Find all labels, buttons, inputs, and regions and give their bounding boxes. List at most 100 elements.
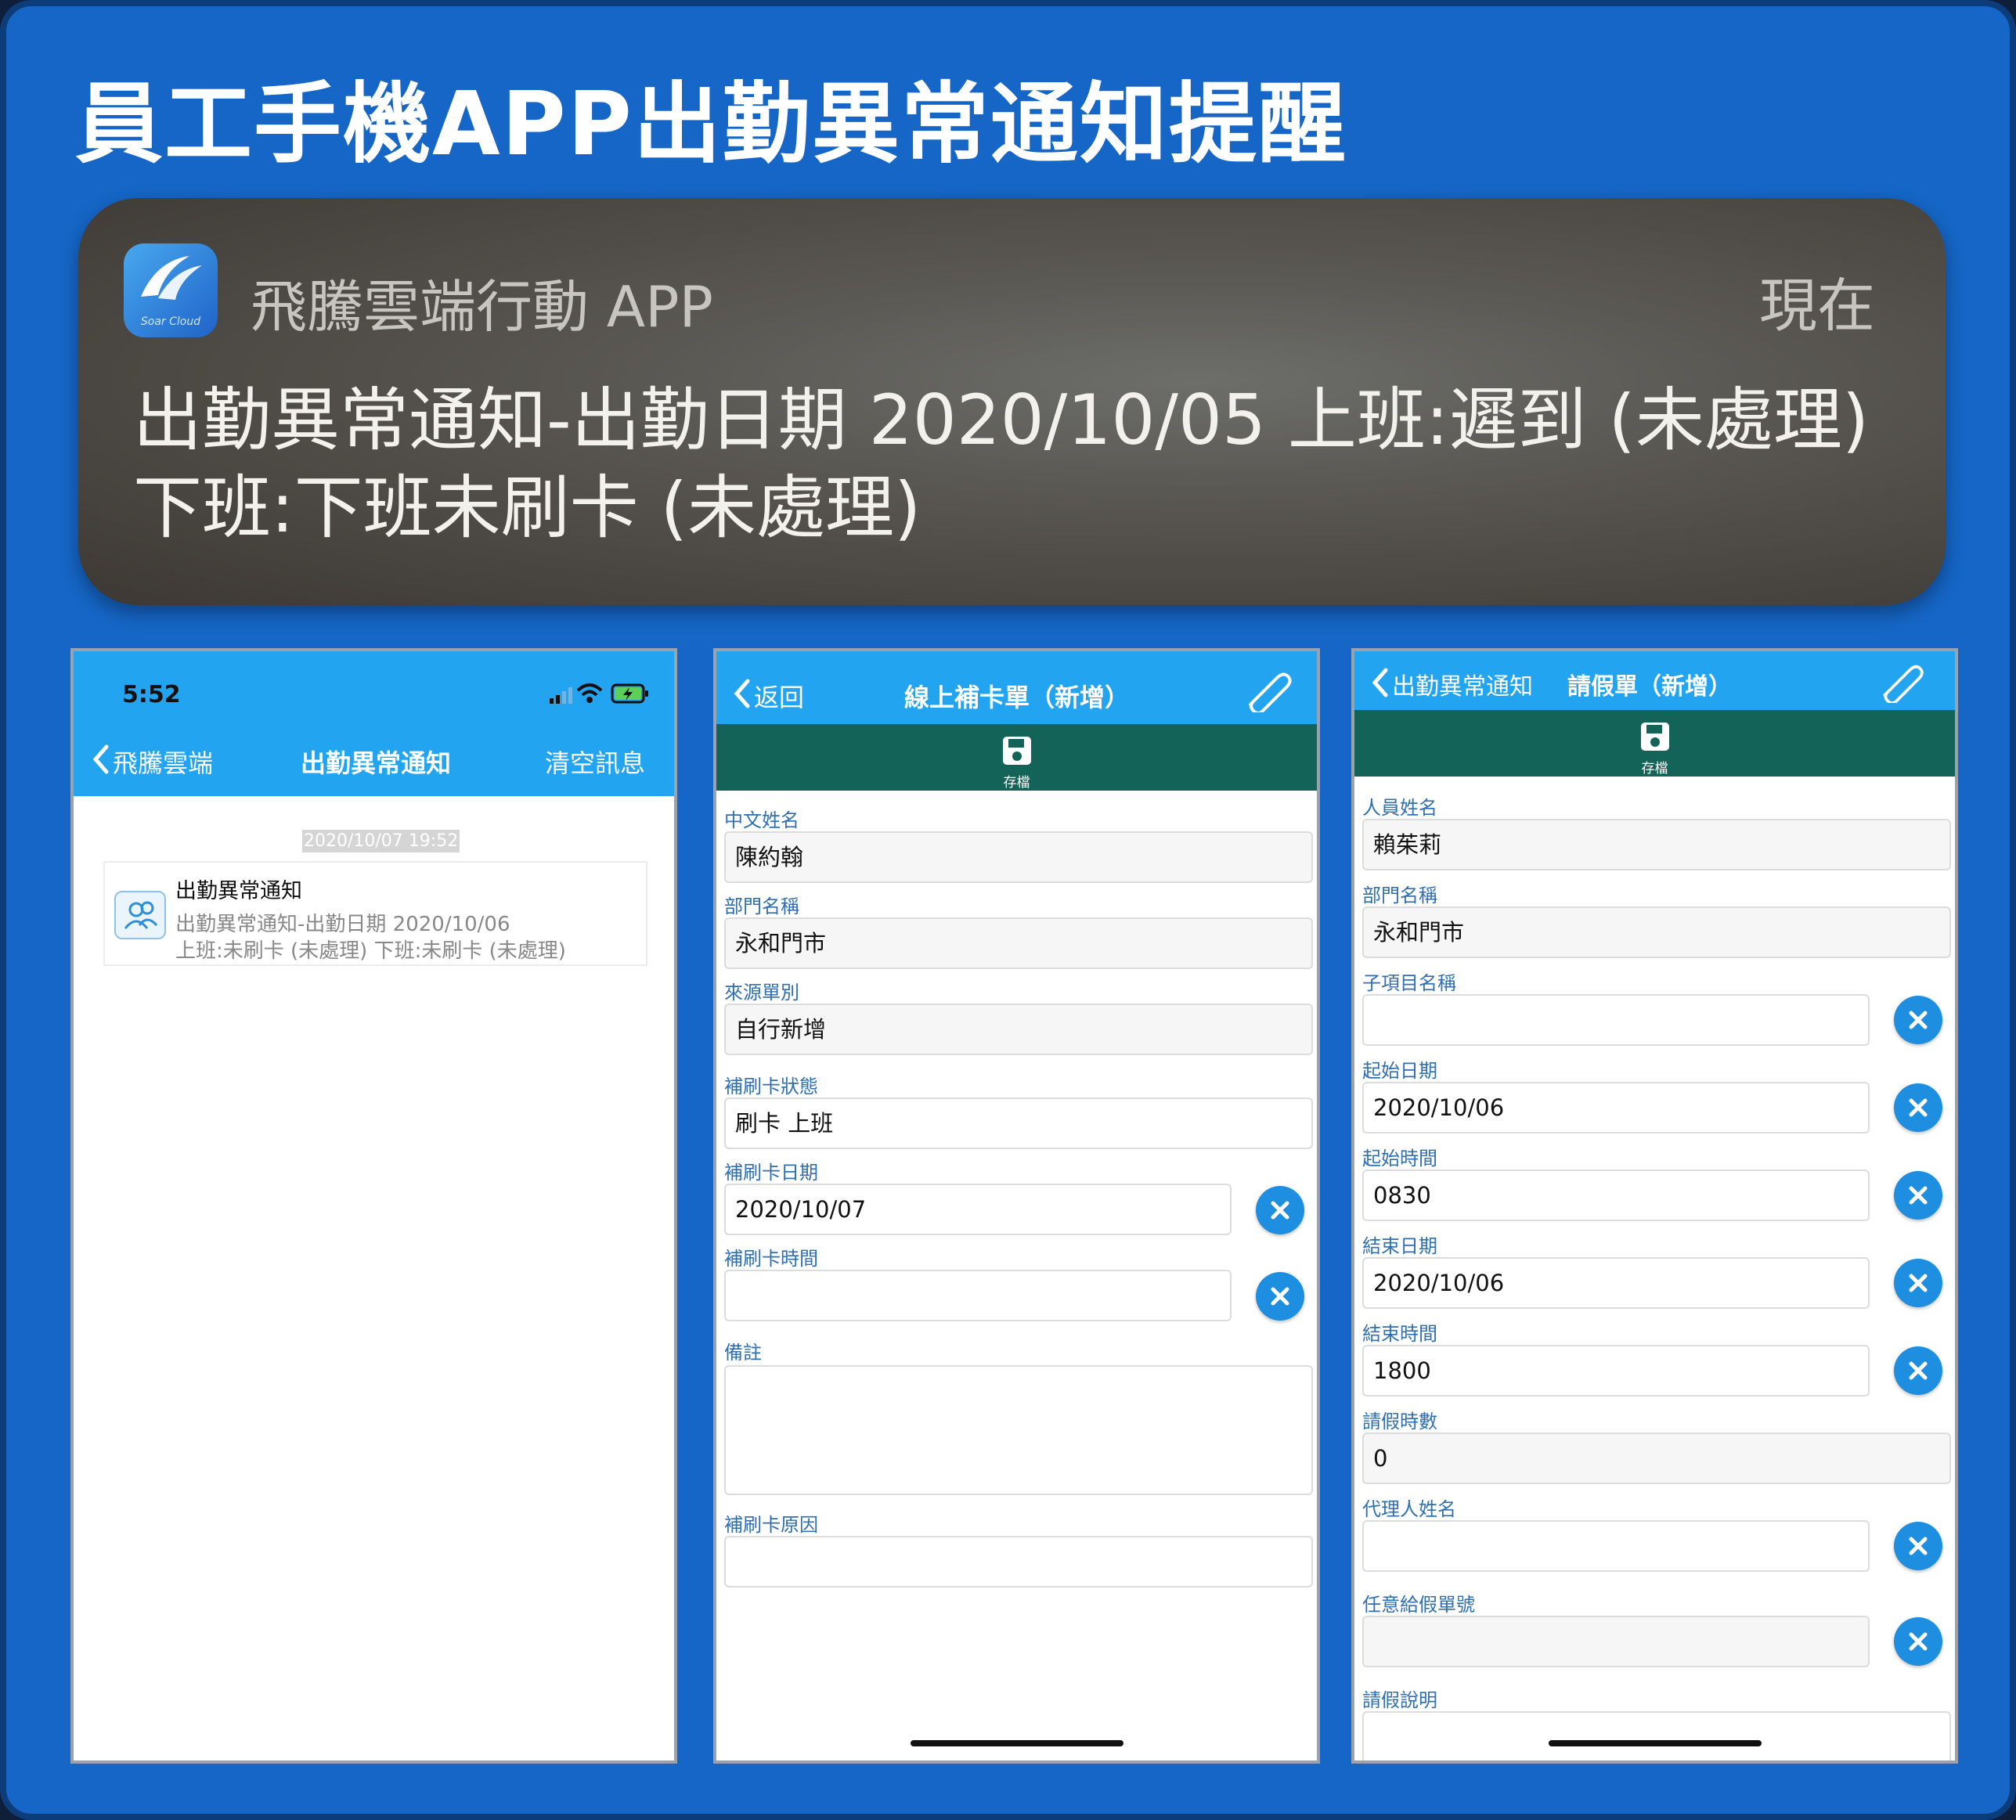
clear-x-icon — [1909, 1274, 1928, 1292]
leave-hours-field[interactable]: 0 — [1362, 1433, 1951, 1484]
floppy-disk-icon[interactable] — [1638, 719, 1672, 754]
leave-hours-label: 請假時數 — [1362, 1411, 1437, 1433]
home-indicator[interactable] — [911, 1740, 1123, 1746]
phone-leave-request-form: 出勤異常通知 請假單（新增） 存檔 人員姓名 賴茱莉 部門名稱 永和門市 子項目… — [1351, 648, 1958, 1764]
home-indicator[interactable] — [1549, 1740, 1762, 1746]
clear-messages-button[interactable]: 清空訊息 — [545, 744, 645, 780]
clear-x-icon — [1909, 1011, 1928, 1029]
header-bar: 5:52 飛騰雲端 出勤異常通知 清空訊息 — [74, 651, 674, 796]
leave-number-field[interactable] — [1362, 1616, 1870, 1667]
leave-description-field[interactable] — [1362, 1711, 1951, 1761]
clear-start-time-button[interactable] — [1894, 1171, 1942, 1220]
paperclip-icon[interactable] — [1877, 659, 1926, 703]
poster-frame: 員工手機APP出勤異常通知提醒 Soar Cloud 飛騰雲端行動 APP 現在… — [0, 0, 2016, 1820]
punch-time-field[interactable] — [724, 1270, 1232, 1321]
notification-body-line1: 出勤異常通知-出勤日期 2020/10/05 上班:遲到 (未處理) — [133, 380, 1870, 460]
message-preview-line2: 上班:未刷卡 (未處理) 下班:未刷卡 (未處理) — [175, 939, 566, 963]
leave-number-label: 任意給假單號 — [1362, 1594, 1475, 1616]
phone-message-list: 5:52 飛騰雲端 出勤異常通知 清空訊息 2020/10/07 19:52 出… — [70, 648, 677, 1764]
name-field[interactable]: 陳約翰 — [724, 831, 1313, 883]
chevron-left-icon[interactable] — [91, 744, 110, 775]
screen-title: 線上補卡單（新增） — [904, 683, 1131, 712]
app-icon-caption: Soar Cloud — [140, 315, 201, 328]
back-button[interactable]: 返回 — [754, 678, 804, 714]
clear-leave-number-button[interactable] — [1894, 1617, 1942, 1666]
dept-label: 部門名稱 — [1362, 885, 1437, 906]
header-bar: 返回 線上補卡單（新增） — [716, 651, 1317, 724]
end-time-label: 結束時間 — [1362, 1323, 1437, 1345]
dept-field[interactable]: 永和門市 — [1362, 906, 1951, 958]
cellular-signal-icon — [550, 687, 572, 704]
wifi-icon — [576, 683, 603, 703]
clear-x-icon — [1909, 1098, 1928, 1117]
start-time-field[interactable]: 0830 — [1362, 1169, 1870, 1221]
clear-agent-name-button[interactable] — [1894, 1522, 1942, 1570]
start-date-label: 起始日期 — [1362, 1060, 1437, 1082]
note-label: 備註 — [724, 1342, 762, 1364]
punch-date-field[interactable]: 2020/10/07 — [724, 1184, 1232, 1235]
notification-body-line2: 下班:下班未刷卡 (未處理) — [133, 467, 921, 548]
punch-status-label: 補刷卡狀態 — [724, 1076, 818, 1097]
back-button[interactable]: 出勤異常通知 — [1392, 667, 1533, 701]
start-date-field[interactable]: 2020/10/06 — [1362, 1082, 1870, 1133]
clear-x-icon — [1909, 1537, 1928, 1555]
clear-x-icon — [1271, 1201, 1289, 1220]
end-date-field[interactable]: 2020/10/06 — [1362, 1257, 1870, 1309]
header-bar: 出勤異常通知 請假單（新增） — [1354, 651, 1955, 710]
save-button[interactable]: 存檔 — [1354, 757, 1955, 777]
message-preview-line1: 出勤異常通知-出勤日期 2020/10/06 — [175, 913, 510, 936]
people-calendar-icon — [114, 891, 166, 939]
list-item[interactable]: 出勤異常通知 出勤異常通知-出勤日期 2020/10/06 上班:未刷卡 (未處… — [103, 861, 647, 966]
clear-start-date-button[interactable] — [1894, 1083, 1942, 1132]
save-button[interactable]: 存檔 — [716, 771, 1317, 791]
employee-name-label: 人員姓名 — [1362, 797, 1437, 819]
punch-reason-label: 補刷卡原因 — [724, 1514, 818, 1536]
chevron-left-icon[interactable] — [732, 678, 751, 709]
clear-x-icon — [1909, 1186, 1928, 1205]
end-date-label: 結束日期 — [1362, 1235, 1437, 1257]
paperclip-icon[interactable] — [1242, 667, 1294, 712]
clear-punch-date-button[interactable] — [1256, 1186, 1304, 1234]
dept-field[interactable]: 永和門市 — [724, 917, 1313, 969]
leave-description-label: 請假說明 — [1362, 1689, 1437, 1711]
push-notification[interactable]: Soar Cloud 飛騰雲端行動 APP 現在 出勤異常通知-出勤日期 202… — [78, 198, 1946, 605]
employee-name-field[interactable]: 賴茱莉 — [1362, 819, 1951, 870]
start-time-label: 起始時間 — [1362, 1148, 1437, 1169]
toolbar: 存檔 — [716, 724, 1317, 791]
punch-reason-field[interactable] — [724, 1536, 1313, 1588]
clear-x-icon — [1909, 1361, 1928, 1380]
clear-punch-time-button[interactable] — [1256, 1272, 1304, 1321]
name-label: 中文姓名 — [724, 809, 799, 831]
floppy-disk-icon[interactable] — [1000, 733, 1034, 768]
notification-time: 現在 — [1759, 272, 1875, 340]
sub-item-field[interactable] — [1362, 994, 1870, 1046]
punch-date-label: 補刷卡日期 — [724, 1162, 818, 1184]
message-preview: 出勤異常通知-出勤日期 2020/10/06 上班:未刷卡 (未處理) 下班:未… — [175, 911, 566, 964]
clear-x-icon — [1271, 1287, 1289, 1306]
clear-end-date-button[interactable] — [1894, 1259, 1942, 1307]
source-field[interactable]: 自行新增 — [724, 1004, 1313, 1055]
notification-body: 出勤異常通知-出勤日期 2020/10/05 上班:遲到 (未處理) 下班:下班… — [133, 377, 1926, 552]
soar-cloud-logo-icon: Soar Cloud — [124, 243, 218, 337]
message-title: 出勤異常通知 — [175, 879, 302, 903]
agent-name-field[interactable] — [1362, 1520, 1870, 1572]
sub-item-label: 子項目名稱 — [1362, 972, 1456, 994]
toolbar: 存檔 — [1354, 710, 1955, 777]
screen-title: 請假單（新增） — [1567, 673, 1732, 701]
chevron-left-icon[interactable] — [1370, 667, 1389, 698]
punch-time-label: 補刷卡時間 — [724, 1248, 818, 1270]
clear-end-time-button[interactable] — [1894, 1346, 1942, 1395]
battery-charging-icon — [611, 683, 648, 704]
punch-status-field[interactable]: 刷卡 上班 — [724, 1097, 1313, 1149]
clear-x-icon — [1909, 1632, 1928, 1651]
clear-sub-item-button[interactable] — [1894, 996, 1942, 1044]
page-title: 員工手機APP出勤異常通知提醒 — [75, 74, 1347, 175]
end-time-field[interactable]: 1800 — [1362, 1345, 1870, 1397]
dept-label: 部門名稱 — [724, 896, 799, 917]
source-label: 來源單別 — [724, 982, 799, 1004]
agent-name-label: 代理人姓名 — [1362, 1498, 1456, 1520]
status-time: 5:52 — [122, 681, 181, 708]
phone-punch-correction-form: 返回 線上補卡單（新增） 存檔 中文姓名 陳約翰 部門名稱 永和門市 來源單別 … — [713, 648, 1320, 1764]
back-button[interactable]: 飛騰雲端 — [113, 744, 213, 780]
note-textarea[interactable] — [724, 1365, 1313, 1495]
